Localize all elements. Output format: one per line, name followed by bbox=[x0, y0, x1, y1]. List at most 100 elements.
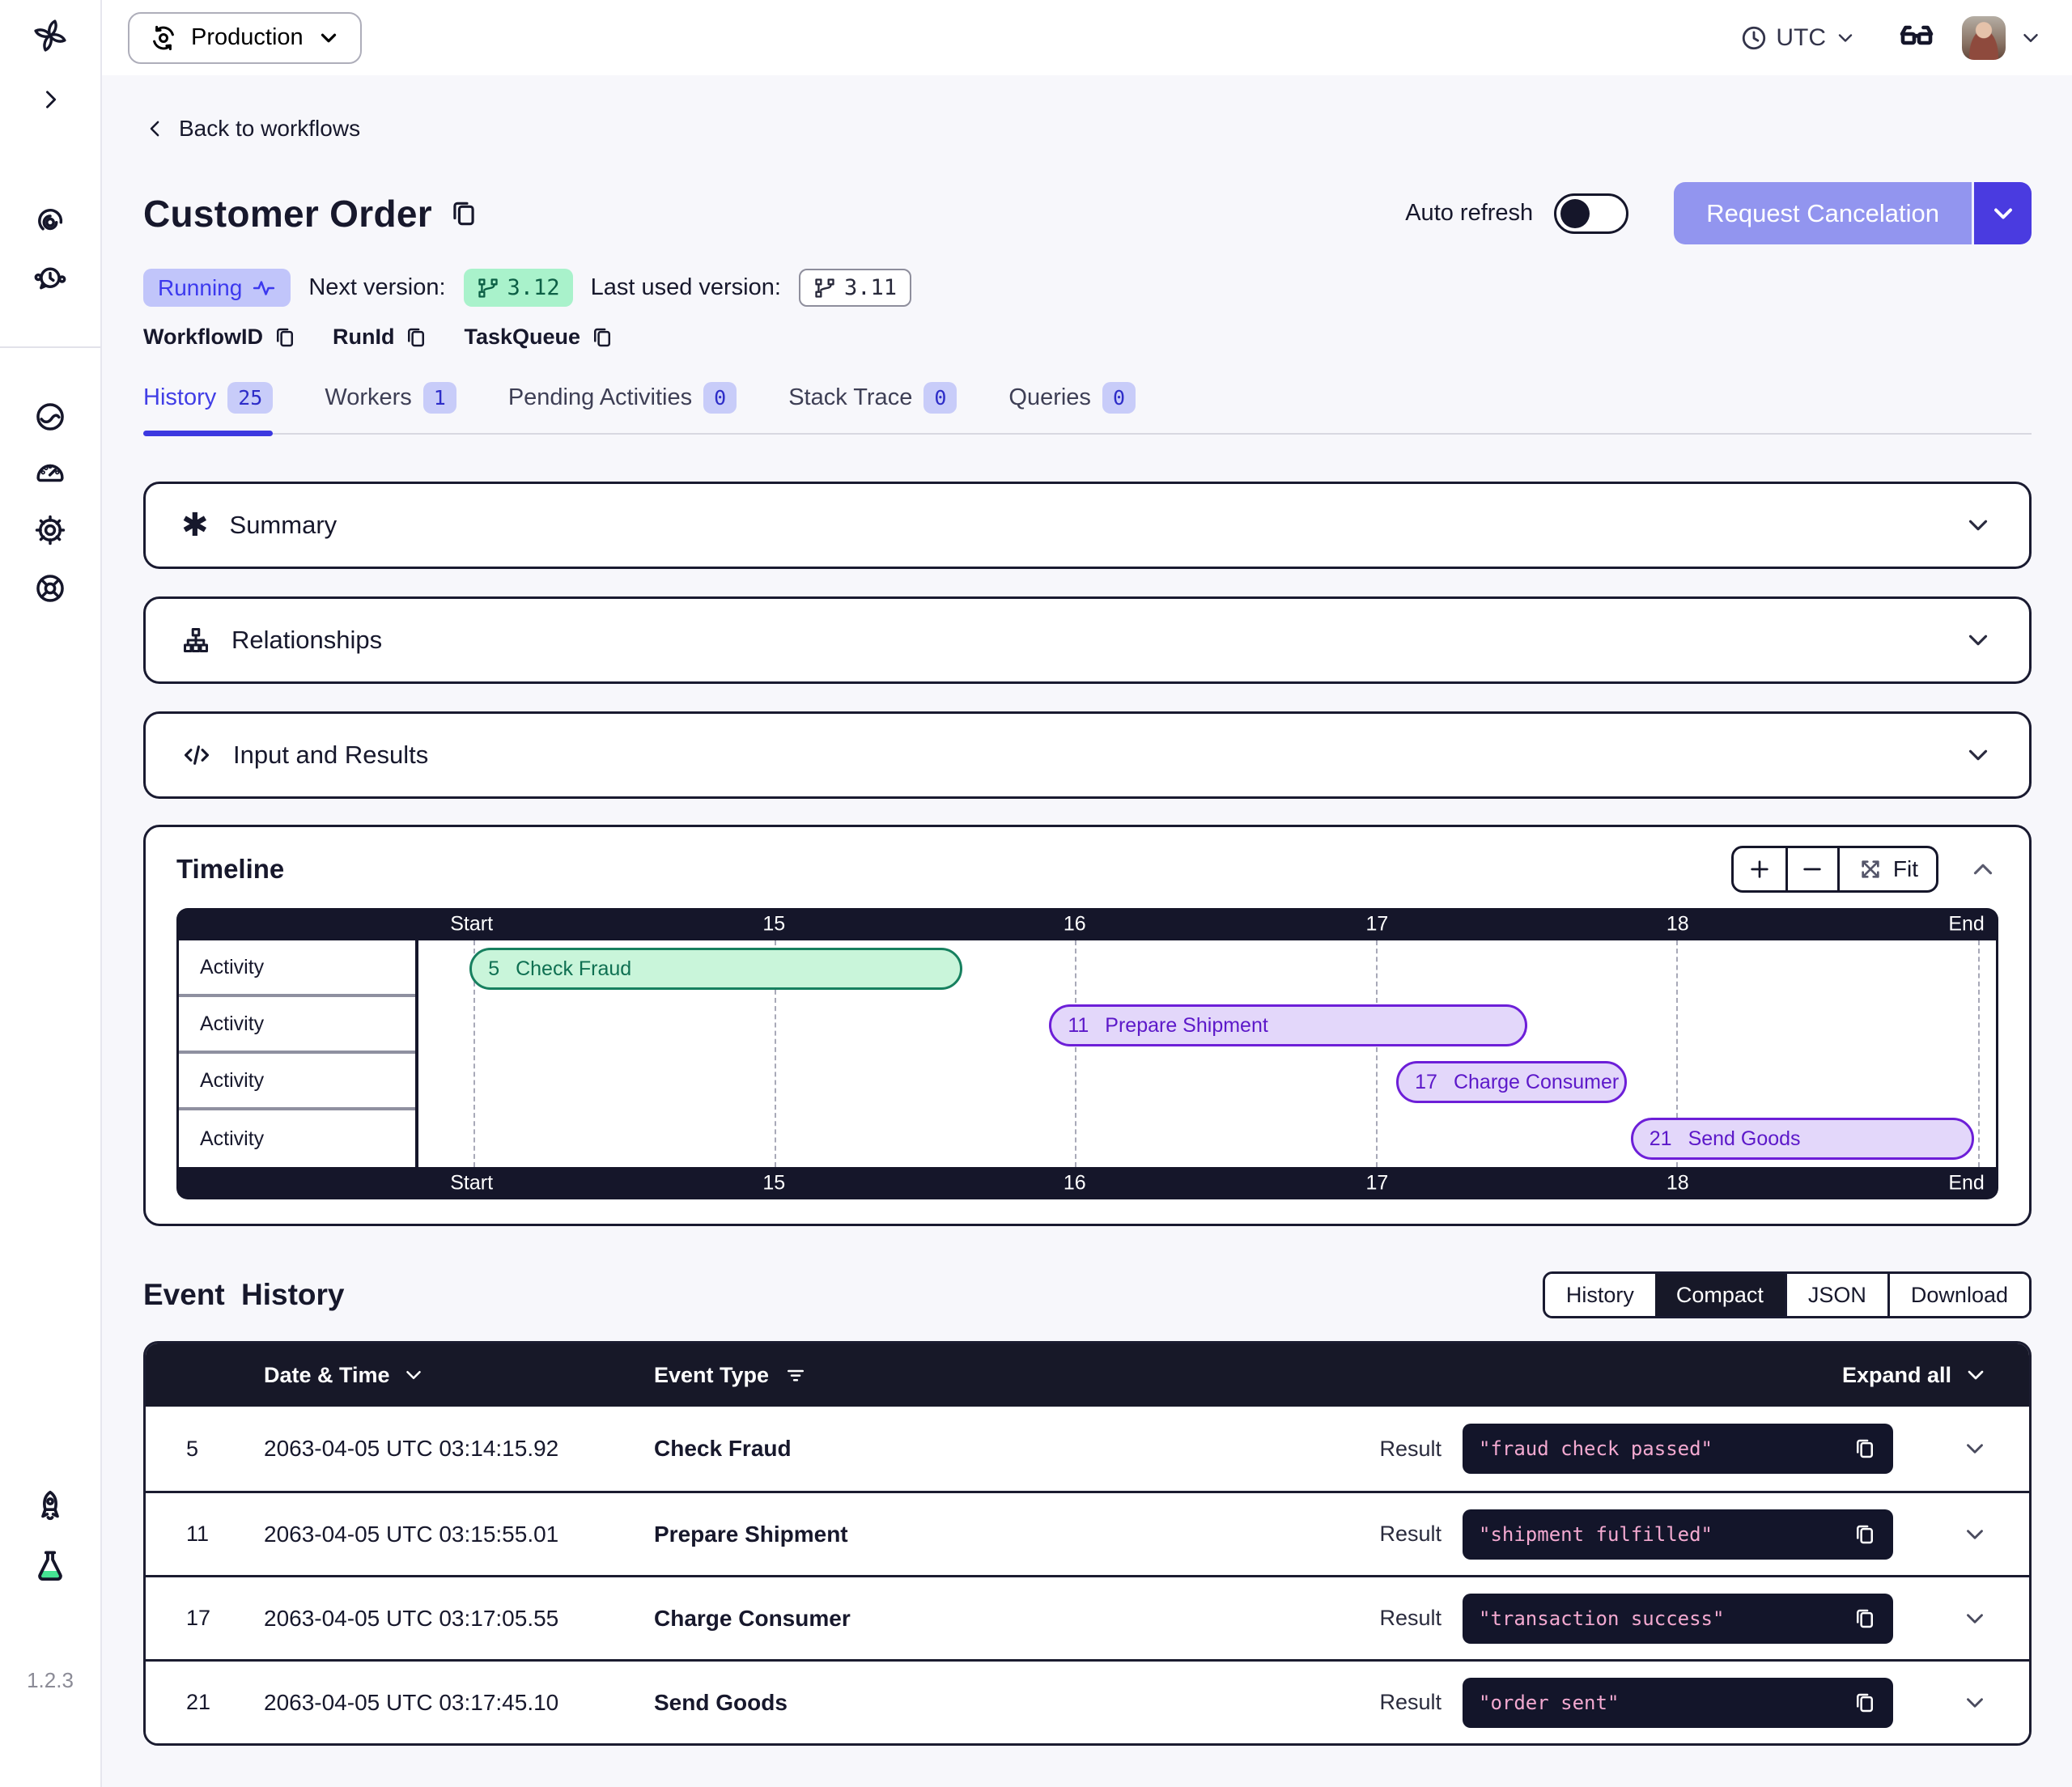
account-chevron-down-icon[interactable] bbox=[2019, 26, 2043, 50]
timeline-scale-top: Start 15 16 17 18 End bbox=[176, 908, 1998, 940]
timeline-bar-check-fraud[interactable]: 5 Check Fraud bbox=[469, 948, 962, 990]
timeline-bar-prepare-shipment[interactable]: 11 Prepare Shipment bbox=[1049, 1004, 1526, 1046]
result-code-chip[interactable]: "transaction success" bbox=[1463, 1594, 1893, 1644]
auto-refresh-toggle[interactable] bbox=[1554, 193, 1628, 234]
tab-bar: History 25 Workers 1 Pending Activities … bbox=[143, 382, 2032, 435]
chevron-down-icon[interactable] bbox=[1963, 625, 1993, 656]
chevron-down-icon bbox=[1834, 27, 1857, 49]
timeline-bar-charge-consumer[interactable]: 17 Charge Consumer bbox=[1396, 1061, 1627, 1103]
event-row[interactable]: 21 2063-04-05 UTC 03:17:45.10 Send Goods… bbox=[146, 1659, 2029, 1743]
code-icon bbox=[181, 740, 212, 770]
row-expand-chevron-icon[interactable] bbox=[1961, 1689, 1989, 1717]
event-row[interactable]: 5 2063-04-05 UTC 03:14:15.92 Check Fraud… bbox=[146, 1407, 2029, 1491]
tab-workers[interactable]: Workers 1 bbox=[325, 382, 456, 433]
namespace-selector[interactable]: Production bbox=[128, 12, 362, 64]
summary-accordion[interactable]: ✱ Summary bbox=[143, 482, 2032, 569]
event-id: 11 bbox=[186, 1522, 264, 1547]
axis-label: 17 bbox=[1366, 1172, 1389, 1195]
relationships-label: Relationships bbox=[231, 626, 382, 655]
tab-pending-activities[interactable]: Pending Activities 0 bbox=[508, 382, 737, 433]
event-row[interactable]: 11 2063-04-05 UTC 03:15:55.01 Prepare Sh… bbox=[146, 1491, 2029, 1575]
chevron-down-icon[interactable] bbox=[1963, 510, 1993, 541]
event-time: 2063-04-05 UTC 03:17:05.55 bbox=[264, 1606, 654, 1632]
chevron-down-icon[interactable] bbox=[1963, 740, 1993, 770]
run-id-copy[interactable]: RunId bbox=[333, 325, 428, 350]
event-history-view-switcher: History Compact JSON Download bbox=[1543, 1271, 2032, 1318]
result-code-chip[interactable]: "fraud check passed" bbox=[1463, 1424, 1893, 1474]
sort-datetime[interactable]: Date & Time bbox=[264, 1363, 654, 1388]
zoom-in-button[interactable] bbox=[1734, 848, 1785, 890]
view-history-button[interactable]: History bbox=[1545, 1274, 1655, 1316]
copy-icon[interactable] bbox=[1853, 1607, 1877, 1631]
view-compact-button[interactable]: Compact bbox=[1655, 1274, 1785, 1316]
row-expand-chevron-icon[interactable] bbox=[1961, 1521, 1989, 1548]
back-to-workflows-link[interactable]: Back to workflows bbox=[143, 116, 360, 142]
expand-all-button[interactable]: Expand all bbox=[1842, 1362, 1989, 1388]
tab-history[interactable]: History 25 bbox=[143, 382, 273, 433]
copy-icon[interactable] bbox=[1853, 1437, 1877, 1461]
request-cancelation-label[interactable]: Request Cancelation bbox=[1674, 182, 1972, 244]
copy-title-icon[interactable] bbox=[448, 198, 479, 229]
result-value: "fraud check passed" bbox=[1479, 1437, 1713, 1460]
namespace-icon bbox=[149, 23, 178, 53]
next-version-value: 3.12 bbox=[507, 275, 560, 300]
event-id: 17 bbox=[186, 1606, 264, 1631]
result-value: "transaction success" bbox=[1479, 1607, 1724, 1630]
chevron-down-icon bbox=[401, 1363, 426, 1387]
result-value: "order sent" bbox=[1479, 1691, 1619, 1714]
fit-label: Fit bbox=[1893, 856, 1918, 882]
toggle-knob bbox=[1560, 199, 1590, 228]
gauge-icon[interactable] bbox=[33, 455, 67, 489]
relationships-accordion[interactable]: Relationships bbox=[143, 596, 2032, 684]
result-code-chip[interactable]: "shipment fulfilled" bbox=[1463, 1509, 1893, 1560]
tab-count-badge: 0 bbox=[1102, 382, 1136, 414]
view-json-button[interactable]: JSON bbox=[1785, 1274, 1887, 1316]
timeline-scale-bottom: Start 15 16 17 18 End bbox=[176, 1167, 1998, 1199]
row-expand-chevron-icon[interactable] bbox=[1961, 1435, 1989, 1462]
settings-gear-icon[interactable] bbox=[33, 513, 67, 547]
workflow-id-copy[interactable]: WorkflowID bbox=[143, 325, 297, 350]
workflows-icon[interactable] bbox=[33, 204, 67, 238]
filter-icon[interactable] bbox=[783, 1363, 808, 1387]
event-row[interactable]: 17 2063-04-05 UTC 03:17:05.55 Charge Con… bbox=[146, 1575, 2029, 1659]
zoom-fit-button[interactable]: Fit bbox=[1837, 848, 1936, 890]
chevron-left-icon bbox=[143, 117, 168, 141]
copy-icon[interactable] bbox=[273, 325, 297, 350]
bar-event-id: 21 bbox=[1650, 1127, 1672, 1151]
chevron-down-icon bbox=[1963, 1362, 1989, 1388]
timeline-bar-send-goods[interactable]: 21 Send Goods bbox=[1631, 1118, 1974, 1160]
cancel-options-caret[interactable] bbox=[1972, 182, 2032, 244]
view-download-button[interactable]: Download bbox=[1887, 1274, 2029, 1316]
labs-flask-icon[interactable] bbox=[32, 1548, 69, 1585]
nexus-icon[interactable] bbox=[33, 400, 67, 434]
row-expand-chevron-icon[interactable] bbox=[1961, 1605, 1989, 1632]
copy-icon[interactable] bbox=[1853, 1522, 1877, 1547]
copy-icon[interactable] bbox=[1853, 1691, 1877, 1715]
event-type: Charge Consumer bbox=[654, 1606, 1379, 1632]
last-used-version-badge: 3.11 bbox=[799, 269, 911, 307]
copy-icon[interactable] bbox=[404, 325, 428, 350]
schedules-icon[interactable] bbox=[33, 262, 67, 296]
input-results-accordion[interactable]: Input and Results bbox=[143, 711, 2032, 799]
incognito-glasses-icon[interactable] bbox=[1897, 19, 1936, 57]
axis-label: End bbox=[1948, 1172, 1984, 1195]
event-type: Check Fraud bbox=[654, 1436, 1379, 1462]
zoom-out-button[interactable] bbox=[1785, 848, 1837, 890]
event-time: 2063-04-05 UTC 03:17:45.10 bbox=[264, 1690, 654, 1716]
datetime-header-label: Date & Time bbox=[264, 1363, 390, 1388]
rocket-icon[interactable] bbox=[32, 1488, 68, 1524]
support-buoy-icon[interactable] bbox=[33, 571, 67, 605]
bar-event-name: Prepare Shipment bbox=[1105, 1014, 1268, 1038]
timeline-collapse-icon[interactable] bbox=[1968, 854, 1998, 885]
event-time: 2063-04-05 UTC 03:14:15.92 bbox=[264, 1436, 654, 1462]
tab-stack-trace[interactable]: Stack Trace 0 bbox=[788, 382, 957, 433]
request-cancelation-button[interactable]: Request Cancelation bbox=[1674, 182, 2032, 244]
tab-queries[interactable]: Queries 0 bbox=[1008, 382, 1136, 433]
task-queue-copy[interactable]: TaskQueue bbox=[464, 325, 614, 350]
avatar[interactable] bbox=[1962, 16, 2006, 60]
result-code-chip[interactable]: "order sent" bbox=[1463, 1678, 1893, 1728]
copy-icon[interactable] bbox=[590, 325, 614, 350]
timeline-chart: Start 15 16 17 18 End Activity Activity … bbox=[176, 908, 1998, 1199]
sidebar-expand-icon[interactable] bbox=[36, 86, 64, 113]
timezone-selector[interactable]: UTC bbox=[1740, 24, 1857, 52]
